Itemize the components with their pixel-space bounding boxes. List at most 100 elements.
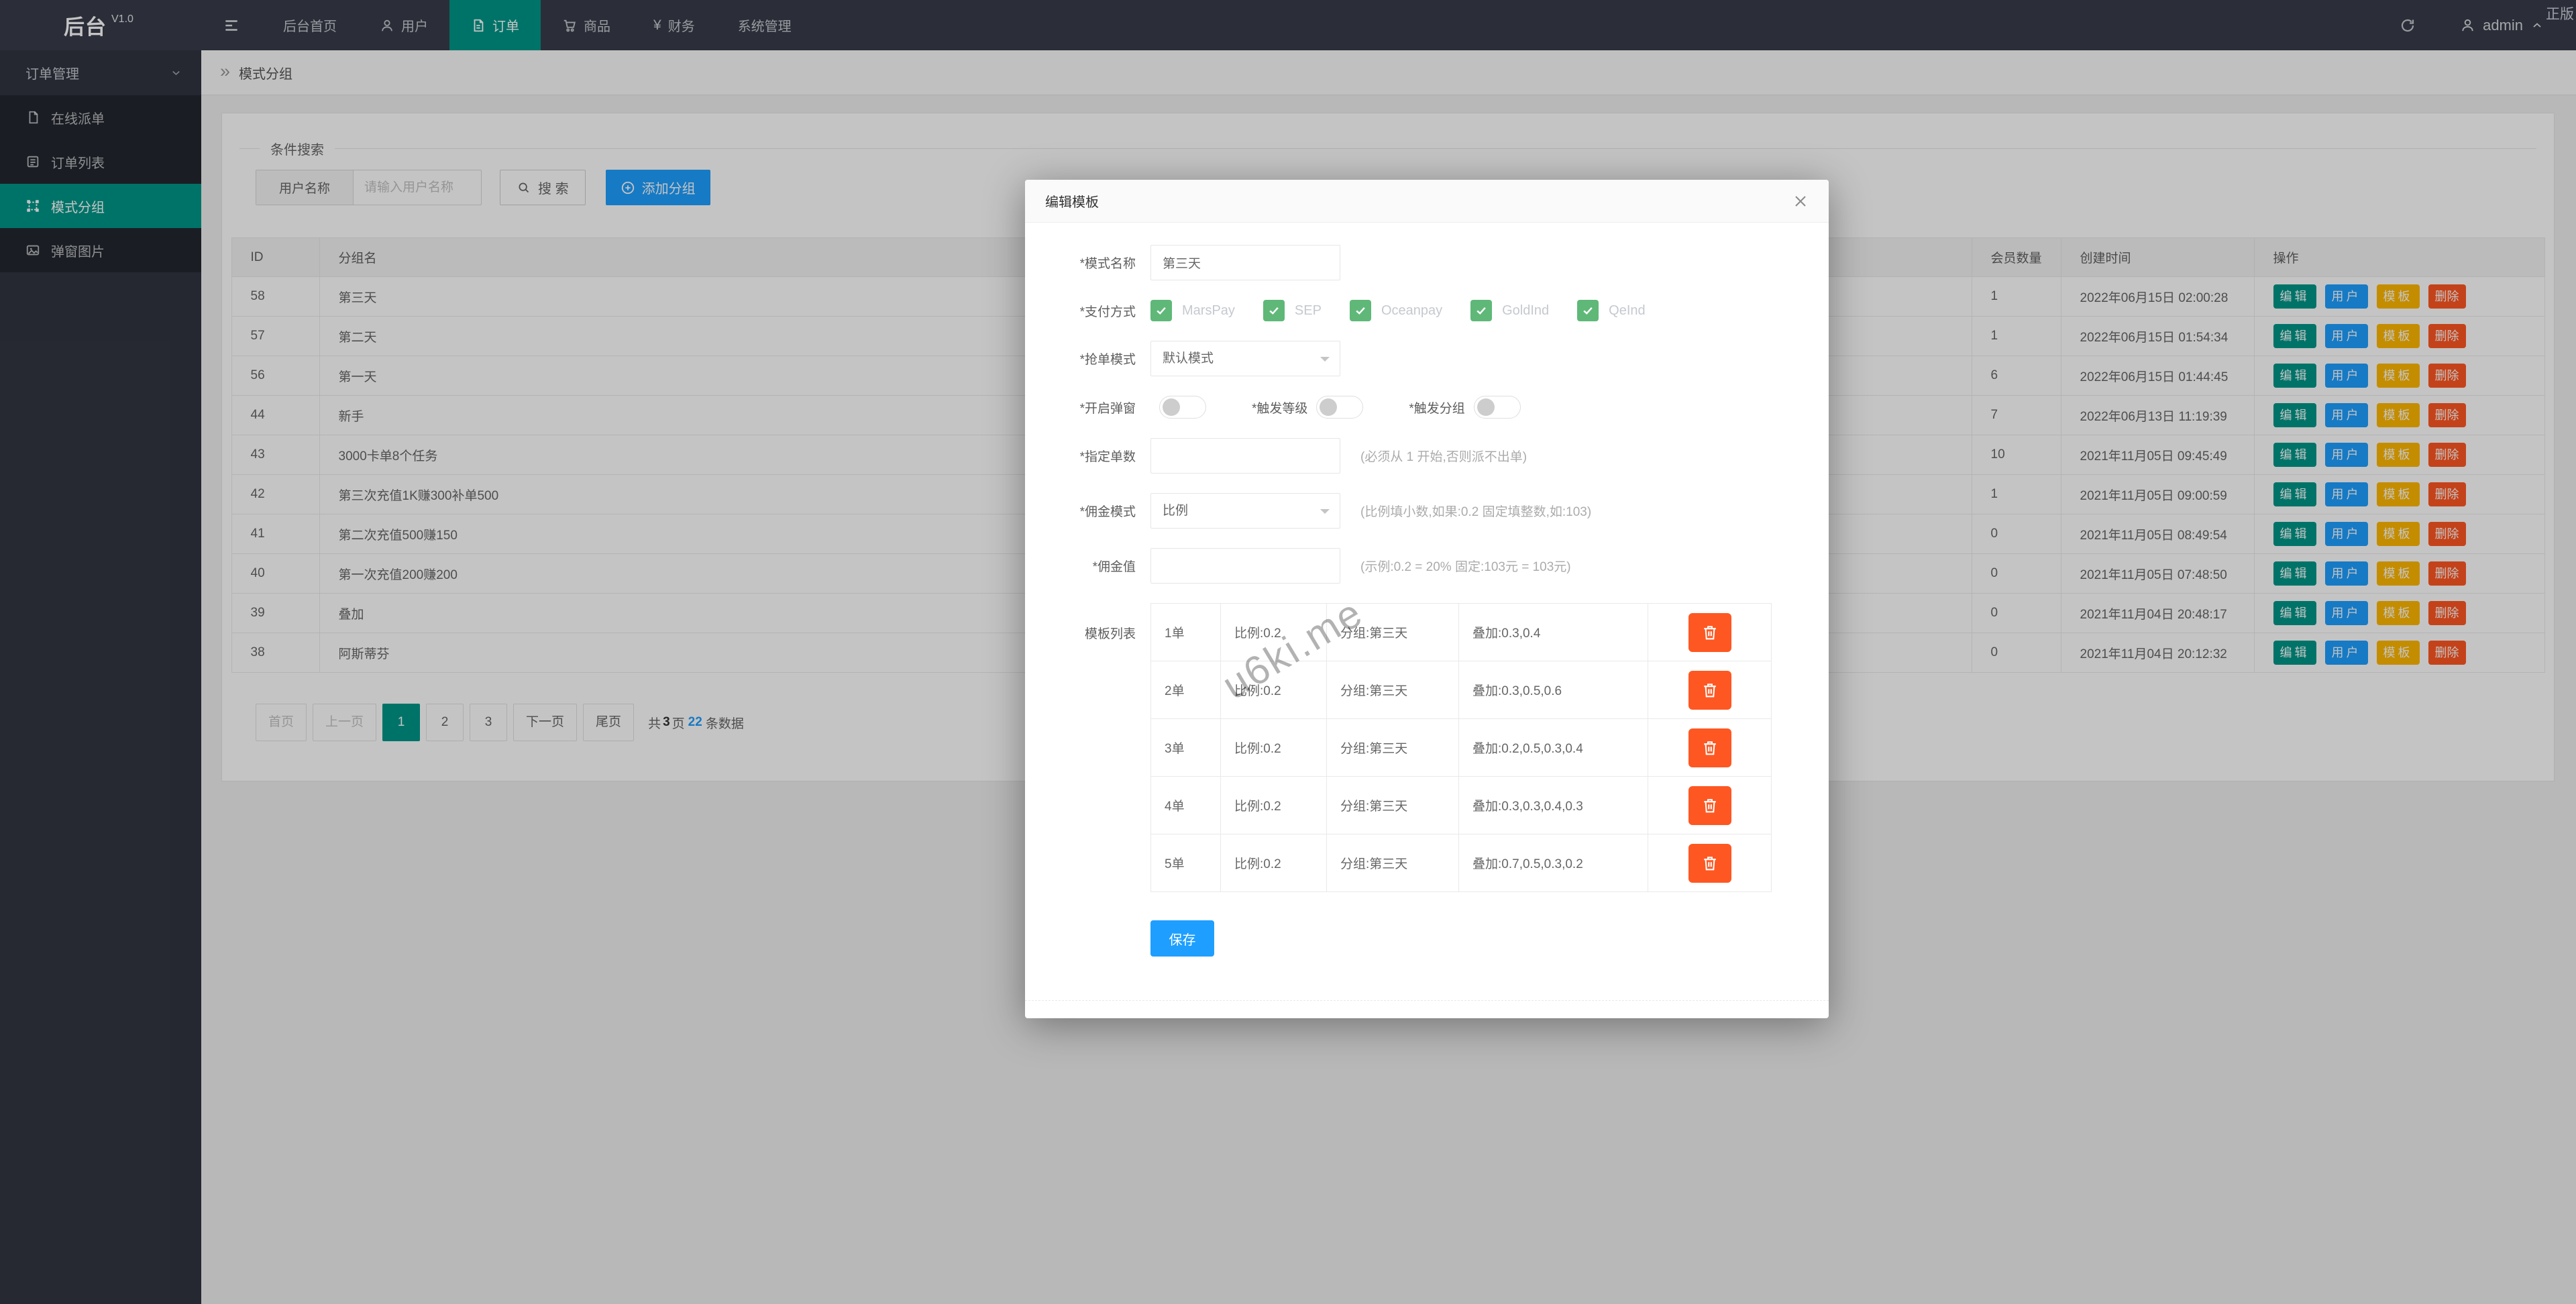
edit-template-modal: 编辑模板 u6ki.me *模式名称 *支付方式 MarsPay — [1025, 180, 1829, 1018]
payment-checkbox-sep[interactable]: SEP — [1263, 300, 1322, 321]
cell-delete — [1648, 777, 1772, 834]
trigger-level-toggle[interactable] — [1316, 396, 1363, 419]
trash-icon — [1701, 681, 1719, 700]
template-row: 1单 比例:0.2 分组:第三天 叠加:0.3,0.4 — [1151, 604, 1772, 661]
commission-value-hint: (示例:0.2 = 20% 固定:103元 = 103元) — [1360, 557, 1571, 575]
commission-mode-selected-value: 比例 — [1163, 504, 1188, 518]
cell-stack: 叠加:0.3,0.3,0.4,0.3 — [1459, 777, 1648, 834]
payment-checkbox-qeind[interactable]: QeInd — [1577, 300, 1645, 321]
checkbox-checked-icon — [1470, 300, 1492, 321]
grab-mode-select[interactable]: 默认模式 — [1150, 341, 1340, 376]
commission-value-input[interactable] — [1150, 548, 1340, 584]
trigger-group-toggle[interactable] — [1474, 396, 1521, 419]
payment-option-label: Oceanpay — [1381, 303, 1442, 319]
cell-stack: 叠加:0.3,0.4 — [1459, 604, 1648, 661]
delete-template-button[interactable] — [1688, 844, 1731, 883]
template-list-label: 模板列表 — [1035, 603, 1150, 642]
payment-option-label: SEP — [1295, 303, 1322, 319]
toggle-knob — [1320, 398, 1337, 416]
order-count-label: *指定单数 — [1035, 447, 1150, 465]
commission-value-label: *佣金值 — [1035, 557, 1150, 575]
toggle-knob — [1163, 398, 1180, 416]
payment-checkbox-goldind[interactable]: GoldInd — [1470, 300, 1549, 321]
cell-order: 2单 — [1151, 661, 1221, 719]
trash-icon — [1701, 739, 1719, 757]
cell-group: 分组:第三天 — [1327, 719, 1459, 777]
checkbox-checked-icon — [1577, 300, 1599, 321]
delete-template-button[interactable] — [1688, 613, 1731, 652]
trigger-group-label: *触发分组 — [1409, 398, 1464, 417]
payment-checkbox-marspay[interactable]: MarsPay — [1150, 300, 1235, 321]
modal-body: u6ki.me *模式名称 *支付方式 MarsPay SEP — [1025, 223, 1829, 957]
form-row-commission-mode: *佣金模式 比例 (比例填小数,如果:0.2 固定填整数,如:103) — [1035, 493, 1829, 529]
popup-toggle[interactable] — [1159, 396, 1206, 419]
delete-template-button[interactable] — [1688, 671, 1731, 710]
delete-template-button[interactable] — [1688, 786, 1731, 825]
checkbox-checked-icon — [1150, 300, 1172, 321]
save-button[interactable]: 保存 — [1150, 920, 1214, 957]
mode-name-label: *模式名称 — [1035, 254, 1150, 272]
form-row-template-list: 模板列表 1单 比例:0.2 分组:第三天 叠加:0.3,0.4 — [1035, 603, 1829, 892]
corner-watermark: 正版 — [2546, 3, 2574, 23]
trash-icon — [1701, 854, 1719, 873]
cell-delete — [1648, 604, 1772, 661]
checkbox-checked-icon — [1350, 300, 1371, 321]
cell-delete — [1648, 719, 1772, 777]
cell-group: 分组:第三天 — [1327, 604, 1459, 661]
template-row: 3单 比例:0.2 分组:第三天 叠加:0.2,0.5,0.3,0.4 — [1151, 719, 1772, 777]
close-icon — [1792, 193, 1809, 209]
cell-stack: 叠加:0.3,0.5,0.6 — [1459, 661, 1648, 719]
caret-down-icon — [1320, 509, 1330, 519]
template-row: 5单 比例:0.2 分组:第三天 叠加:0.7,0.5,0.3,0.2 — [1151, 834, 1772, 892]
commission-mode-select[interactable]: 比例 — [1150, 493, 1340, 529]
form-row-order-count: *指定单数 (必须从 1 开始,否则派不出单) — [1035, 438, 1829, 474]
cell-ratio: 比例:0.2 — [1221, 777, 1327, 834]
cell-ratio: 比例:0.2 — [1221, 604, 1327, 661]
checkbox-checked-icon — [1263, 300, 1285, 321]
modal-header: 编辑模板 — [1025, 180, 1829, 223]
order-count-hint: (必须从 1 开始,否则派不出单) — [1360, 447, 1527, 465]
cell-group: 分组:第三天 — [1327, 834, 1459, 892]
form-row-mode-name: *模式名称 — [1035, 245, 1829, 280]
payment-option-label: QeInd — [1609, 303, 1645, 319]
cell-order: 4单 — [1151, 777, 1221, 834]
toggle-knob — [1477, 398, 1495, 416]
payment-option-label: GoldInd — [1502, 303, 1549, 319]
trash-icon — [1701, 796, 1719, 815]
template-list-table: 1单 比例:0.2 分组:第三天 叠加:0.3,0.4 2单 比例:0.2 分组… — [1150, 603, 1772, 892]
order-count-input[interactable] — [1150, 438, 1340, 474]
cell-ratio: 比例:0.2 — [1221, 719, 1327, 777]
commission-mode-label: *佣金模式 — [1035, 502, 1150, 520]
cell-stack: 叠加:0.2,0.5,0.3,0.4 — [1459, 719, 1648, 777]
commission-mode-hint: (比例填小数,如果:0.2 固定填整数,如:103) — [1360, 502, 1591, 520]
cell-group: 分组:第三天 — [1327, 777, 1459, 834]
cell-order: 1单 — [1151, 604, 1221, 661]
cell-ratio: 比例:0.2 — [1221, 661, 1327, 719]
template-row: 2单 比例:0.2 分组:第三天 叠加:0.3,0.5,0.6 — [1151, 661, 1772, 719]
modal-title: 编辑模板 — [1045, 191, 1099, 211]
caret-down-icon — [1320, 357, 1330, 366]
mode-name-input[interactable] — [1150, 245, 1340, 280]
delete-template-button[interactable] — [1688, 728, 1731, 767]
grab-mode-selected-value: 默认模式 — [1163, 351, 1214, 366]
payment-label: *支付方式 — [1035, 302, 1150, 320]
cell-delete — [1648, 661, 1772, 719]
template-row: 4单 比例:0.2 分组:第三天 叠加:0.3,0.3,0.4,0.3 — [1151, 777, 1772, 834]
trigger-level-label: *触发等级 — [1252, 398, 1307, 417]
form-row-grab-mode: *抢单模式 默认模式 — [1035, 341, 1829, 376]
form-row-toggles: *开启弹窗 *触发等级 *触发分组 — [1035, 396, 1829, 419]
admin-page: 后台 V1.0 后台首页 用户 订单 — [0, 0, 2576, 1304]
payment-option-label: MarsPay — [1182, 303, 1235, 319]
cell-group: 分组:第三天 — [1327, 661, 1459, 719]
cell-order: 3单 — [1151, 719, 1221, 777]
trash-icon — [1701, 623, 1719, 642]
close-button[interactable] — [1792, 193, 1809, 209]
cell-delete — [1648, 834, 1772, 892]
popup-toggle-label: *开启弹窗 — [1035, 398, 1150, 417]
cell-ratio: 比例:0.2 — [1221, 834, 1327, 892]
form-row-commission-value: *佣金值 (示例:0.2 = 20% 固定:103元 = 103元) — [1035, 548, 1829, 584]
cell-order: 5单 — [1151, 834, 1221, 892]
form-row-payment: *支付方式 MarsPay SEP Oceanpay GoldInd — [1035, 300, 1829, 321]
payment-checkbox-oceanpay[interactable]: Oceanpay — [1350, 300, 1442, 321]
modal-footer — [1025, 1000, 1829, 1018]
